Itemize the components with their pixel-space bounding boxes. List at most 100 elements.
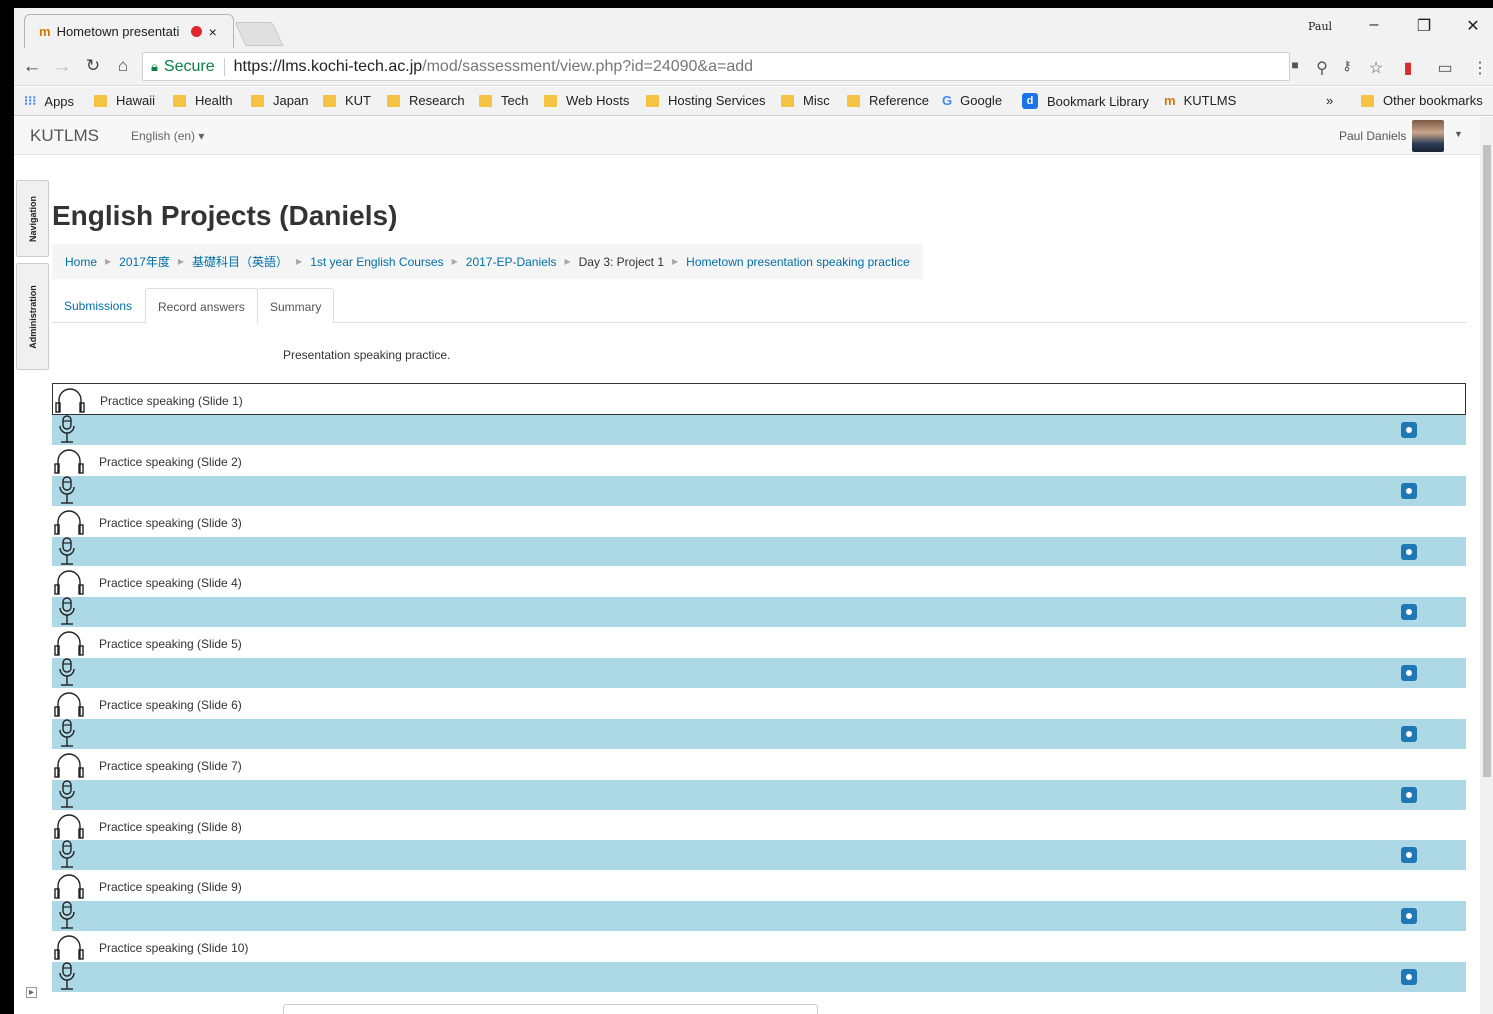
breadcrumb-subcategory[interactable]: 1st year English Courses — [310, 255, 443, 269]
headphones-icon[interactable] — [54, 872, 84, 900]
reload-icon[interactable]: ↻ — [81, 56, 105, 76]
language-menu[interactable]: English (en) ▾ — [131, 129, 204, 143]
record-button[interactable] — [1401, 908, 1417, 925]
microphone-icon[interactable] — [59, 840, 75, 870]
close-window-icon[interactable]: ✕ — [1458, 16, 1488, 36]
new-tab-button[interactable] — [234, 22, 284, 46]
microphone-icon[interactable] — [59, 962, 75, 992]
camera-icon[interactable]: ■ — [1284, 58, 1306, 72]
headphones-icon[interactable] — [54, 629, 84, 657]
headphones-icon[interactable] — [54, 447, 84, 475]
microphone-icon[interactable] — [59, 415, 75, 445]
folder-icon — [1361, 94, 1374, 107]
bookmark-reference[interactable]: Reference — [847, 93, 929, 108]
close-tab-icon[interactable]: × — [209, 24, 217, 40]
headphones-icon[interactable] — [55, 386, 85, 414]
breadcrumb-year[interactable]: 2017年度 — [119, 253, 170, 270]
breadcrumb-category[interactable]: 基礎科目（英語） — [192, 253, 288, 270]
cast-icon[interactable]: ▭ — [1434, 58, 1456, 78]
bookmarks-overflow-button[interactable]: » — [1326, 93, 1333, 108]
bookmark-health[interactable]: Health — [173, 93, 233, 108]
star-icon[interactable]: ☆ — [1365, 58, 1387, 78]
bookmark-library[interactable]: d Bookmark Library — [1022, 93, 1149, 109]
minimize-icon[interactable]: – — [1359, 16, 1389, 34]
tab-summary[interactable]: Summary — [257, 288, 335, 323]
other-bookmarks[interactable]: Other bookmarks — [1361, 93, 1483, 108]
address-bar[interactable]: 🔒︎ Secure https://lms.kochi-tech.ac.jp/m… — [142, 52, 1290, 81]
record-button[interactable] — [1401, 604, 1417, 621]
headphones-icon[interactable] — [54, 812, 84, 840]
home-icon[interactable]: ⌂ — [111, 56, 135, 76]
tab-title: Hometown presentati — [56, 24, 180, 39]
bookmark-research[interactable]: Research — [387, 93, 465, 108]
profile-name[interactable]: Paul — [1308, 20, 1332, 33]
bookmark-japan[interactable]: Japan — [251, 93, 308, 108]
record-button[interactable] — [1401, 969, 1417, 986]
restore-icon[interactable]: ❐ — [1409, 16, 1439, 36]
navigation-block-tab[interactable]: Navigation — [16, 180, 49, 257]
microphone-icon[interactable] — [59, 901, 75, 931]
bookmark-apps[interactable]: ⁝⁝⁝ Apps — [24, 93, 74, 109]
page-scrollbar[interactable] — [1480, 117, 1493, 1014]
question-label: Practice speaking (Slide 4) — [99, 576, 242, 591]
avatar[interactable] — [1412, 120, 1444, 152]
administration-block-tab[interactable]: Administration — [16, 263, 49, 370]
moodle-favicon-icon: m — [39, 24, 51, 39]
headphones-icon[interactable] — [54, 690, 84, 718]
headphones-icon[interactable] — [54, 568, 84, 596]
menu-icon[interactable]: ⋮ — [1469, 58, 1491, 78]
bookmark-web-hosts[interactable]: Web Hosts — [544, 93, 629, 108]
record-button[interactable] — [1401, 725, 1417, 742]
scrollbar-thumb[interactable] — [1483, 145, 1491, 777]
record-button[interactable] — [1401, 786, 1417, 803]
headphones-icon[interactable] — [54, 508, 84, 536]
breadcrumb-home[interactable]: Home — [65, 255, 97, 269]
site-brand-link[interactable]: KUTLMS — [30, 126, 99, 146]
tab-strip: m Hometown presentati × Paul – ❐ ✕ — [14, 8, 1493, 48]
microphone-icon[interactable] — [59, 719, 75, 749]
user-menu-caret-icon[interactable]: ▼ — [1454, 129, 1463, 139]
microphone-icon[interactable] — [59, 536, 75, 567]
breadcrumb-separator-icon: ▶ — [105, 257, 112, 266]
microphone-icon[interactable] — [59, 779, 75, 810]
record-button[interactable] — [1401, 847, 1417, 864]
bookmark-misc[interactable]: Misc — [781, 93, 830, 108]
breadcrumb-course[interactable]: 2017-EP-Daniels — [466, 255, 557, 269]
record-button[interactable] — [1401, 543, 1417, 560]
bookmark-google[interactable]: G Google — [942, 93, 1002, 108]
bookmark-library-icon: d — [1022, 93, 1038, 109]
zoom-icon[interactable]: ⚲ — [1311, 58, 1333, 78]
navigation-block-label: Navigation — [27, 195, 38, 242]
bookmark-hawaii[interactable]: Hawaii — [94, 93, 155, 108]
dock-toggle-icon[interactable]: ▸ — [26, 987, 37, 998]
microphone-icon[interactable] — [59, 597, 75, 627]
tab-record-answers[interactable]: Record answers — [145, 288, 258, 324]
user-name[interactable]: Paul Daniels — [1339, 129, 1406, 143]
breadcrumb-activity[interactable]: Hometown presentation speaking practice — [686, 255, 909, 269]
record-button[interactable] — [1401, 482, 1417, 499]
breadcrumb-separator-icon: ▶ — [672, 257, 679, 266]
record-button[interactable] — [1401, 665, 1417, 682]
answer-recorder-row — [52, 962, 1466, 992]
bookmark-tech[interactable]: Tech — [479, 93, 528, 108]
back-icon[interactable]: ← — [20, 56, 44, 78]
question-label: Practice speaking (Slide 2) — [99, 454, 242, 469]
tab-submissions[interactable]: Submissions — [52, 288, 144, 324]
bookmark-kutlms[interactable]: m KUTLMS — [1164, 93, 1236, 108]
key-icon[interactable]: ⚷ — [1336, 58, 1358, 74]
forward-icon[interactable]: → — [50, 56, 74, 78]
question-row: Practice speaking (Slide 8) — [52, 810, 1466, 841]
microphone-icon[interactable] — [59, 658, 75, 688]
answer-recorder-row — [52, 658, 1466, 689]
headphones-icon[interactable] — [54, 933, 84, 961]
question-row: Practice speaking (Slide 7) — [52, 749, 1466, 780]
microphone-icon[interactable] — [59, 476, 75, 506]
extension-icon[interactable]: ▮ — [1397, 58, 1419, 78]
answer-recorder-row — [52, 779, 1466, 810]
bookmark-hosting-services[interactable]: Hosting Services — [646, 93, 766, 108]
bookmark-kut[interactable]: KUT — [323, 93, 371, 108]
headphones-icon[interactable] — [54, 751, 84, 779]
partial-field[interactable] — [283, 1004, 818, 1014]
browser-tab[interactable]: m Hometown presentati × — [24, 14, 234, 48]
record-button[interactable] — [1401, 422, 1417, 438]
